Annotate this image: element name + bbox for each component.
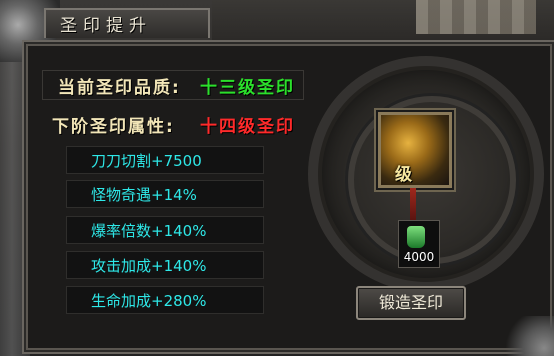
attribute-item: 爆率倍数+140%: [66, 216, 264, 244]
green-potion-icon: [407, 226, 425, 248]
panel-title: 圣印提升: [60, 16, 152, 36]
attribute-item: 刀刀切割+7500: [66, 146, 264, 174]
attribute-item: 攻击加成+140%: [66, 251, 264, 279]
seal-item-icon[interactable]: [378, 112, 452, 188]
next-attributes-value: 十四级圣印: [200, 117, 295, 137]
seal-level-label: 级: [395, 165, 412, 185]
current-quality-label: 当前圣印品质:: [58, 78, 181, 98]
background-floor: [416, 0, 536, 34]
next-attributes-label: 下阶圣印属性:: [52, 117, 175, 137]
current-quality-value: 十三级圣印: [200, 78, 295, 98]
corner-ornament-icon: [504, 316, 554, 356]
attribute-item: 怪物奇遇+14%: [66, 180, 264, 208]
material-count: 4000: [403, 250, 435, 264]
forge-seal-button[interactable]: 锻造圣印: [356, 286, 466, 320]
seal-ribbon: [410, 188, 416, 220]
attribute-item: 生命加成+280%: [66, 286, 264, 314]
top-decoration: [212, 0, 554, 40]
